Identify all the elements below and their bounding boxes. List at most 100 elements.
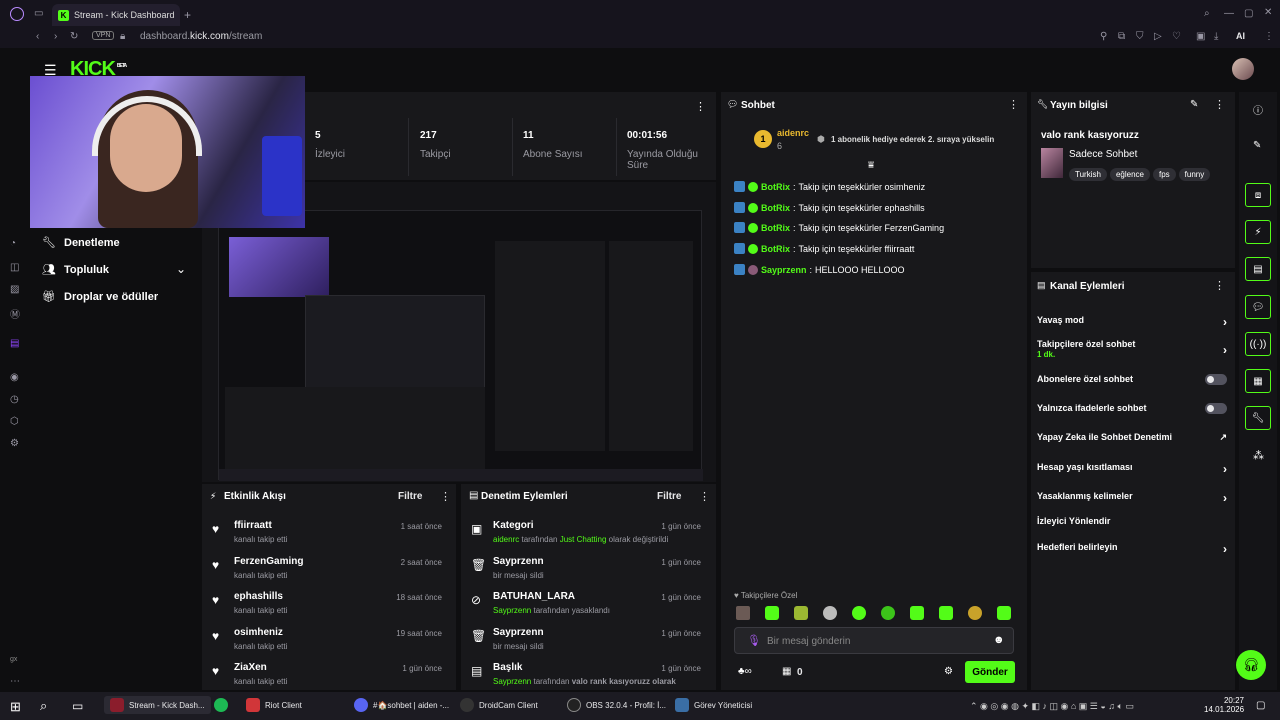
list-item[interactable]: ♥ ephashills kanalı takip etti 18 saat önce bbox=[202, 591, 442, 625]
tag[interactable]: Turkish bbox=[1069, 168, 1107, 181]
mail-icon[interactable]: Ⓜ bbox=[10, 306, 20, 321]
chat-message[interactable]: Sayprzenn: HELLOOO HELLOOO bbox=[734, 264, 905, 275]
ai-button[interactable]: AI bbox=[1236, 31, 1245, 41]
emote-icon[interactable] bbox=[968, 606, 982, 620]
document-icon[interactable]: ▤ bbox=[1245, 257, 1271, 281]
messenger-icon[interactable]: ◔ bbox=[10, 238, 16, 249]
stream-info-menu-icon[interactable]: ⋮ bbox=[1214, 98, 1225, 111]
app-icon[interactable]: ▨ bbox=[10, 284, 19, 295]
points-icon[interactable]: ♣∞ bbox=[738, 666, 752, 677]
opera-logo-icon[interactable] bbox=[10, 7, 24, 21]
list-item[interactable]: ♥ FerzenGaming kanalı takip etti 2 saat önc… bbox=[202, 556, 442, 590]
taskbar-item[interactable]: Riot Client bbox=[246, 698, 302, 712]
url-text[interactable]: dashboard.kick.com/stream bbox=[140, 31, 262, 42]
tag[interactable]: fps bbox=[1152, 168, 1176, 181]
taskbar-item[interactable]: #🏠sohbet | aiden -... bbox=[354, 698, 449, 712]
minimize-icon[interactable]: — bbox=[1224, 8, 1234, 19]
tag[interactable]: eğlence bbox=[1109, 168, 1150, 181]
action-raid[interactable]: İzleyici Yönlendir bbox=[1037, 516, 1227, 526]
shield-icon[interactable]: ⛉ bbox=[1136, 31, 1144, 42]
file-explorer-icon[interactable]: ▭ bbox=[72, 699, 83, 713]
chat-message[interactable]: BotRix: Takip için teşekkürler ephashills bbox=[734, 202, 925, 213]
wrench-icon[interactable]: 🔧︎ bbox=[1245, 406, 1271, 430]
taskbar-item[interactable]: DroidCam Client bbox=[460, 698, 538, 712]
settings-icon[interactable]: ⚙ bbox=[10, 438, 19, 449]
channel-actions-menu-icon[interactable]: ⋮ bbox=[1214, 279, 1225, 292]
chat-icon[interactable]: 💬︎ bbox=[1245, 295, 1271, 319]
new-tab-icon[interactable]: + bbox=[184, 8, 191, 22]
play-icon[interactable]: ▷ bbox=[1154, 31, 1162, 42]
more-actions-icon[interactable]: ⁂ bbox=[1253, 449, 1264, 462]
info-icon[interactable]: ⓘ bbox=[1253, 102, 1263, 117]
taskbar-item[interactable]: OBS 32.0.4 - Profil: İ... bbox=[567, 698, 666, 712]
instagram-icon[interactable]: ◫ bbox=[10, 262, 19, 273]
emote-icon[interactable] bbox=[939, 606, 953, 620]
activity-filter-button[interactable]: Filtre bbox=[398, 491, 422, 502]
avatar[interactable] bbox=[1232, 58, 1254, 80]
category-name[interactable]: Sadece Sohbet bbox=[1069, 149, 1137, 160]
tab-menu-icon[interactable]: ▭ bbox=[34, 8, 43, 19]
emote-icon[interactable] bbox=[765, 606, 779, 620]
system-tray-icons[interactable]: ⌃ ◉ ◎ ◉ ◍ ✦ ◧ ♪ ◫ ◉ ⌂ ▣ ☰ ◒ ♫ 🔈︎ ▭ bbox=[970, 701, 1134, 712]
list-item[interactable]: 🗑︎ Sayprzenn bir mesajı sildi 1 gün önce bbox=[461, 556, 701, 590]
support-button[interactable]: 🎧︎ bbox=[1236, 650, 1266, 680]
wallet-icon[interactable]: ▣ bbox=[1196, 31, 1205, 42]
list-item[interactable]: ♥ ffiirraatt kanalı takip etti 1 saat önce bbox=[202, 520, 442, 554]
vpn-badge[interactable]: VPN bbox=[92, 31, 115, 40]
emote-icon[interactable] bbox=[852, 606, 866, 620]
action-slow-mode[interactable]: Yavaş mod › bbox=[1037, 315, 1227, 329]
browser-tab[interactable]: K Stream - Kick Dashboard bbox=[52, 4, 180, 26]
taskbar-item[interactable]: Görev Yöneticisi bbox=[675, 698, 752, 712]
list-item[interactable]: ⊘ BATUHAN_LARA Sayprzenn tarafından yasakl… bbox=[461, 591, 701, 625]
taskbar-item[interactable] bbox=[214, 698, 228, 712]
emote-icon[interactable] bbox=[794, 606, 808, 620]
list-item[interactable]: ▣ Kategori aidenrc tarafından Just Chattin… bbox=[461, 520, 701, 554]
action-account-age[interactable]: Hesap yaşı kısıtlaması › bbox=[1037, 462, 1227, 476]
notification-icon[interactable]: ▢ bbox=[1256, 700, 1265, 711]
history-icon[interactable]: ◷ bbox=[10, 394, 19, 405]
download-icon[interactable]: ⤓ bbox=[1214, 31, 1218, 42]
mic-icon[interactable]: 🎙︎ bbox=[747, 634, 761, 647]
heart-icon[interactable]: ♡ bbox=[1172, 31, 1181, 42]
pinned-user[interactable]: aidenrc bbox=[777, 128, 809, 138]
sidebar-item-droplar[interactable]: 🎁︎ Droplar ve ödüller bbox=[40, 290, 190, 304]
more-icon[interactable]: ⋯ bbox=[10, 676, 20, 687]
chat-message[interactable]: BotRix: Takip için teşekkürler ffiirraatt bbox=[734, 243, 914, 254]
twitch-icon[interactable]: ▤ bbox=[10, 338, 19, 349]
chat-settings-icon[interactable]: ⚙ bbox=[944, 666, 953, 677]
list-item[interactable]: 🗑︎ Sayprzenn bir mesajı sildi 1 gün önce bbox=[461, 627, 701, 661]
toggle-switch[interactable] bbox=[1205, 403, 1227, 414]
maximize-icon[interactable]: ▢ bbox=[1244, 8, 1253, 19]
send-button[interactable]: Gönder bbox=[965, 661, 1015, 683]
chat-input[interactable]: 🎙︎ Bir mesaj gönderin ☻ bbox=[734, 627, 1014, 654]
back-icon[interactable]: ‹ bbox=[36, 31, 39, 42]
close-icon[interactable]: ✕ bbox=[1264, 7, 1272, 18]
emoji-icon[interactable]: ☻ bbox=[993, 634, 1005, 646]
chat-menu-icon[interactable]: ⋮ bbox=[1008, 98, 1019, 111]
toggle-switch[interactable] bbox=[1205, 374, 1227, 385]
taskbar-item[interactable]: Stream - Kick Dash... bbox=[104, 696, 211, 714]
list-item[interactable]: ♥ osimheniz kanalı takip etti 19 saat önce bbox=[202, 627, 442, 661]
chat-message[interactable]: BotRix: Takip için teşekkürler FerzenGami… bbox=[734, 222, 944, 233]
stats-menu-icon[interactable]: ⋮ bbox=[695, 100, 706, 113]
windows-start-icon[interactable]: ⊞ bbox=[10, 699, 21, 715]
tag[interactable]: funny bbox=[1178, 168, 1211, 181]
lightning-icon[interactable]: ⚡︎ bbox=[1245, 220, 1271, 244]
action-goals[interactable]: Hedefleri belirleyin › bbox=[1037, 542, 1227, 556]
emote-icon[interactable] bbox=[736, 606, 750, 620]
action-banned-words[interactable]: Yasaklanmış kelimeler › bbox=[1037, 491, 1227, 505]
moderation-menu-icon[interactable]: ⋮ bbox=[699, 490, 710, 503]
clip-icon[interactable]: ⧈ bbox=[1245, 183, 1271, 207]
search-icon[interactable]: ⌕ bbox=[40, 698, 47, 714]
menu-dots-icon[interactable]: ⋮ bbox=[1264, 31, 1274, 42]
pin-icon[interactable]: ⚲ bbox=[1100, 31, 1107, 42]
action-followers-only[interactable]: Takipçilere özel sohbet 1 dk. › bbox=[1037, 339, 1227, 359]
pencil-icon[interactable]: ✎ bbox=[1253, 140, 1261, 151]
search-icon[interactable]: ⌕ bbox=[1204, 8, 1210, 19]
broadcast-icon[interactable]: ((·)) bbox=[1245, 332, 1271, 356]
sidebar-item-topluluk[interactable]: 👥︎ Topluluk ⌄ bbox=[40, 262, 190, 277]
filter-icon[interactable]: ⩸ bbox=[868, 160, 874, 171]
gift-box-icon[interactable]: ▦ bbox=[782, 666, 791, 677]
action-emote-only[interactable]: Yalnızca ifadelerle sohbet bbox=[1037, 403, 1227, 414]
emote-icon[interactable] bbox=[997, 606, 1011, 620]
